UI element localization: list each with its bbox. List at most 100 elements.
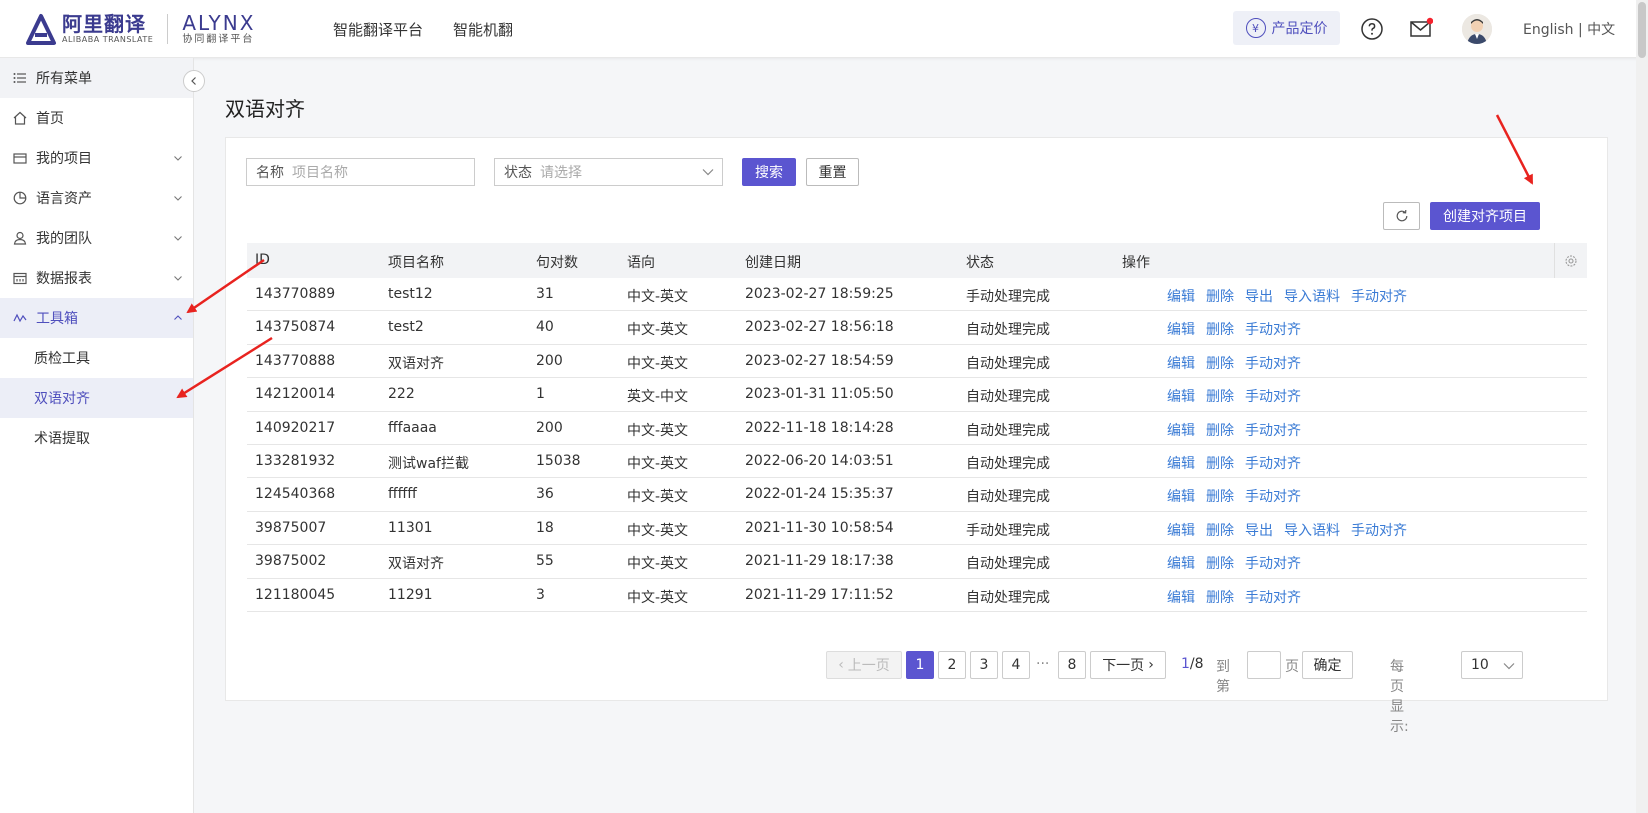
scrollbar-thumb[interactable] [1638,2,1646,58]
mail-icon[interactable] [1409,17,1433,41]
manual-align-link[interactable]: 手动对齐 [1245,587,1301,607]
sidebar-item-my-projects[interactable]: 我的项目 [0,138,193,178]
edit-link[interactable]: 编辑 [1167,319,1195,339]
refresh-button[interactable] [1383,202,1420,230]
logo-cn-text: 阿里翻译 [62,12,146,36]
page-scrollbar[interactable] [1636,0,1648,813]
sidebar-item-my-team[interactable]: 我的团队 [0,218,193,258]
delete-link[interactable]: 删除 [1206,486,1234,506]
help-icon[interactable] [1360,17,1384,41]
next-page-button[interactable]: 下一页 › [1090,651,1166,679]
delete-link[interactable]: 删除 [1206,353,1234,373]
delete-link[interactable]: 删除 [1206,319,1234,339]
cell-project-name: test2 [388,319,424,336]
pricing-button[interactable]: ¥ 产品定价 [1233,11,1340,45]
import-corpus-link[interactable]: 导入语料 [1284,286,1340,306]
page-button-3[interactable]: 3 [970,651,998,679]
delete-link[interactable]: 删除 [1206,386,1234,406]
cell-direction: 中文-英文 [627,322,689,339]
edit-link[interactable]: 编辑 [1167,520,1195,540]
user-avatar[interactable] [1462,14,1492,44]
manual-align-link[interactable]: 手动对齐 [1245,420,1301,440]
delete-link[interactable]: 删除 [1206,520,1234,540]
manual-align-link[interactable]: 手动对齐 [1351,520,1407,540]
delete-link[interactable]: 删除 [1206,286,1234,306]
cell-status: 手动处理完成 [966,522,1050,539]
row-actions: 编辑 删除 手动对齐 [1167,420,1301,440]
prev-page-button[interactable]: ‹ 上一页 [826,651,902,679]
delete-link[interactable]: 删除 [1206,587,1234,607]
cell-project-name: 双语对齐 [388,556,444,573]
manual-align-link[interactable]: 手动对齐 [1245,386,1301,406]
sidebar-item-toolbox[interactable]: 工具箱 [0,298,193,338]
cell-direction: 中文-英文 [627,355,689,372]
edit-link[interactable]: 编辑 [1167,486,1195,506]
search-button[interactable]: 搜索 [742,158,796,186]
table-row: 143750874 test2 40 中文-英文 2023-02-27 18:56:18… [247,311,1587,345]
sidebar-all-menu[interactable]: 所有菜单 [0,58,193,98]
edit-link[interactable]: 编辑 [1167,453,1195,473]
page-unit-label: 页 [1285,659,1299,675]
row-actions: 编辑 删除 手动对齐 [1167,319,1301,339]
nav-smart-translation-platform[interactable]: 智能翻译平台 [333,19,423,40]
import-corpus-link[interactable]: 导入语料 [1284,520,1340,540]
top-nav: 智能翻译平台 智能机翻 [333,0,513,58]
cell-sentence-pairs: 18 [536,519,554,536]
calendar-icon [13,272,27,285]
manual-align-link[interactable]: 手动对齐 [1245,453,1301,473]
sidebar-sub-quality-check[interactable]: 质检工具 [0,338,193,378]
page-button-8[interactable]: 8 [1058,651,1086,679]
reset-button[interactable]: 重置 [806,158,859,186]
cell-created-date: 2022-11-18 18:14:28 [745,419,894,436]
edit-link[interactable]: 编辑 [1167,420,1195,440]
goto-confirm-button[interactable]: 确定 [1302,651,1353,679]
logo-divider [167,14,169,44]
name-filter-input[interactable]: 名称 项目名称 [246,158,475,186]
manual-align-link[interactable]: 手动对齐 [1245,319,1301,339]
status-filter-select[interactable]: 状态 请选择 [494,158,723,186]
sidebar-item-data-reports[interactable]: 数据报表 [0,258,193,298]
export-link[interactable]: 导出 [1245,520,1273,540]
sidebar-sub-bilingual-alignment[interactable]: 双语对齐 [0,378,193,418]
cell-created-date: 2021-11-29 18:17:38 [745,553,894,570]
cell-project-name: 222 [388,386,415,403]
cell-sentence-pairs: 31 [536,286,554,302]
sidebar-sub-label: 术语提取 [34,431,90,447]
cell-created-date: 2021-11-30 10:58:54 [745,519,894,536]
delete-link[interactable]: 删除 [1206,553,1234,573]
chevron-left-icon [191,77,196,85]
sidebar-collapse-button[interactable] [183,70,205,92]
page-button-1[interactable]: 1 [906,651,934,679]
sidebar-item-language-assets[interactable]: 语言资产 [0,178,193,218]
create-alignment-project-button[interactable]: 创建对齐项目 [1430,202,1540,230]
edit-link[interactable]: 编辑 [1167,286,1195,306]
per-page-select[interactable]: 10 [1461,651,1523,679]
logo[interactable]: 阿里翻译 ALIBABA TRANSLATE ALYNX 协同翻译平台 [24,12,255,46]
delete-link[interactable]: 删除 [1206,453,1234,473]
language-switch[interactable]: English | 中文 [1523,19,1615,39]
manual-align-link[interactable]: 手动对齐 [1245,486,1301,506]
sidebar-sub-term-extraction[interactable]: 术语提取 [0,418,193,458]
edit-link[interactable]: 编辑 [1167,386,1195,406]
edit-link[interactable]: 编辑 [1167,587,1195,607]
chevron-right-icon: › [1148,657,1154,673]
avatar-icon [1462,14,1492,44]
sidebar-item-home[interactable]: 首页 [0,98,193,138]
pie-chart-icon [13,191,27,205]
nav-machine-translation[interactable]: 智能机翻 [453,19,513,40]
manual-align-link[interactable]: 手动对齐 [1245,353,1301,373]
manual-align-link[interactable]: 手动对齐 [1351,286,1407,306]
page-button-4[interactable]: 4 [1002,651,1030,679]
cell-direction: 中文-英文 [627,556,689,573]
goto-page-input[interactable] [1247,651,1281,679]
column-settings-button[interactable] [1554,243,1587,278]
delete-link[interactable]: 删除 [1206,420,1234,440]
chevron-down-icon [1503,663,1515,670]
page-button-2[interactable]: 2 [938,651,966,679]
row-actions: 编辑 删除 导出 导入语料 手动对齐 [1167,286,1407,306]
edit-link[interactable]: 编辑 [1167,553,1195,573]
edit-link[interactable]: 编辑 [1167,353,1195,373]
cell-status: 自动处理完成 [966,556,1050,573]
export-link[interactable]: 导出 [1245,286,1273,306]
manual-align-link[interactable]: 手动对齐 [1245,553,1301,573]
